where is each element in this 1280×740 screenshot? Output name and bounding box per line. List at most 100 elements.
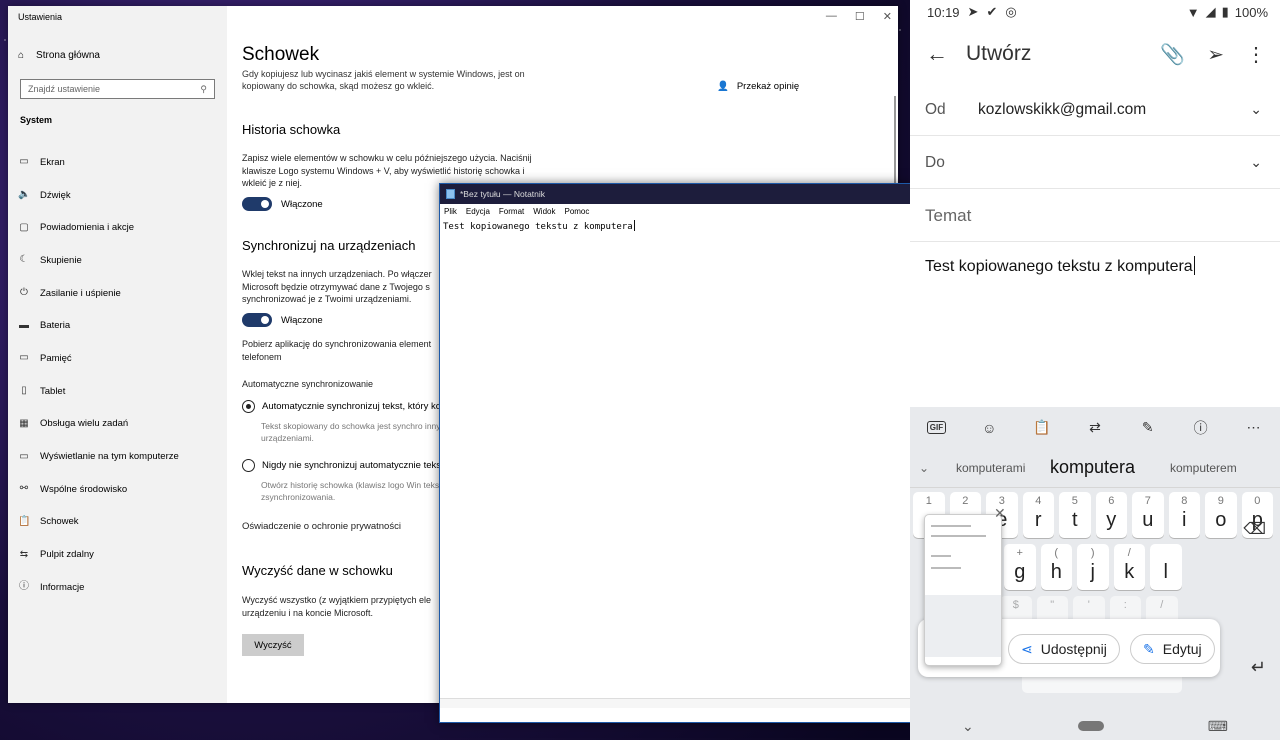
key[interactable]: ) j	[1077, 544, 1109, 590]
project-icon: ▭	[19, 450, 29, 462]
collapse-icon[interactable]: ⌄	[919, 461, 929, 475]
minimize-button[interactable]: —	[826, 10, 837, 23]
menu-widok[interactable]: Widok	[533, 207, 555, 216]
sidebar-item-0[interactable]: ▭ Ekran	[18, 146, 218, 179]
history-toggle[interactable]	[242, 197, 272, 211]
speaker-icon: 🔈	[18, 189, 31, 201]
sidebar-item-4[interactable]: ⏻ Zasilanie i uśpienie	[18, 277, 218, 310]
clipboard-icon[interactable]: 📋	[1030, 418, 1054, 438]
key-hint: )	[1090, 547, 1095, 559]
backspace-icon[interactable]: ⌫	[1243, 519, 1266, 539]
chevron-down-icon[interactable]: ⌄	[1250, 154, 1262, 171]
key-hint: /	[1127, 547, 1131, 559]
sidebar-item-13[interactable]: ⓘ Informacje	[18, 571, 218, 604]
edit-button[interactable]: ✎ Edytuj	[1130, 634, 1215, 664]
section-label: System	[20, 115, 53, 125]
from-field[interactable]: Od kozlowskikk@gmail.com ⌄	[910, 84, 1280, 136]
sidebar-item-label: Pamięć	[40, 352, 72, 364]
menu-pomoc[interactable]: Pomoc	[564, 207, 589, 216]
body-field[interactable]: Test kopiowanego tekstu z komputera	[925, 256, 1196, 276]
search-icon: ⚲	[200, 83, 207, 94]
key-char: g	[1014, 561, 1026, 583]
battery-percent: 100%	[1234, 4, 1268, 20]
close-icon[interactable]: ✕	[994, 505, 1006, 522]
radio-never-sync-indicator[interactable]	[242, 459, 255, 472]
send-icon[interactable]: ➢	[1207, 42, 1224, 67]
key[interactable]: 6y	[1095, 492, 1127, 538]
suggestion-2[interactable]: komputera	[1050, 457, 1135, 478]
sidebar-item-7[interactable]: ▯ Tablet	[18, 375, 218, 408]
share-button[interactable]: ⋖ Udostępnij	[1008, 634, 1120, 664]
key-hint: 0	[1254, 495, 1261, 507]
app-desc[interactable]: Pobierz aplikację do synchronizowania el…	[242, 338, 447, 363]
battery-icon: ▬	[19, 319, 29, 331]
sidebar-item-label: Informacje	[40, 581, 85, 593]
more-horiz-icon[interactable]: ⋯	[1241, 418, 1265, 438]
menu-plik[interactable]: Plik	[444, 207, 457, 216]
gif-icon[interactable]: GIF	[924, 418, 948, 438]
search-input[interactable]: Znajdź ustawienie ⚲	[20, 79, 215, 99]
sidebar-item-9[interactable]: ▭ Wyświetlanie na tym komputerze	[18, 440, 218, 473]
key-char: l	[1163, 561, 1168, 583]
sync-toggle[interactable]	[242, 313, 272, 327]
key[interactable]: / k	[1113, 544, 1145, 590]
radio-auto-sync-indicator[interactable]	[242, 400, 255, 413]
from-label: Od	[925, 100, 946, 118]
keyboard-switch-icon[interactable]: ⌨	[1208, 718, 1228, 735]
translate-icon[interactable]: ⇄	[1083, 418, 1107, 438]
key[interactable]: 9o	[1205, 492, 1237, 538]
chevron-down-icon[interactable]: ⌄	[1250, 101, 1262, 118]
notification-icon: ▢	[19, 221, 29, 233]
maximize-button[interactable]: ☐	[855, 10, 865, 23]
key-char: o	[1215, 509, 1227, 531]
home-pill[interactable]	[1077, 721, 1104, 731]
info-icon: ⓘ	[19, 581, 29, 593]
sidebar-item-3[interactable]: ☾ Skupienie	[18, 244, 218, 277]
sidebar-item-1[interactable]: 🔈 Dźwięk	[18, 179, 218, 212]
sidebar-item-2[interactable]: ▢ Powiadomienia i akcje	[18, 211, 218, 244]
remote-desktop-icon: ⇆	[19, 548, 29, 560]
sidebar-item-label: Ekran	[40, 156, 65, 168]
notepad-text-area[interactable]: Test kopiowanego tekstu z komputera	[440, 218, 910, 234]
sidebar-item-8[interactable]: ▦ Obsługa wielu zadań	[18, 408, 218, 441]
suggestion-1[interactable]: komputerami	[956, 461, 1025, 475]
to-field[interactable]: Do ⌄	[910, 137, 1280, 189]
info-icon[interactable]: ⓘ	[1189, 418, 1213, 438]
battery-icon: ▮	[1221, 4, 1229, 19]
sidebar-item-11[interactable]: 📋 Schowek	[18, 506, 218, 539]
key[interactable]: 4r	[1022, 492, 1054, 538]
sticker-icon[interactable]: ☺	[977, 418, 1001, 438]
more-icon[interactable]: ⋮	[1246, 42, 1266, 67]
radio-auto-sync[interactable]: Automatycznie synchronizuj tekst, który …	[242, 400, 441, 413]
sidebar-item-12[interactable]: ⇆ Pulpit zdalny	[18, 538, 218, 571]
clear-button[interactable]: Wyczyść	[242, 634, 304, 656]
nav-down-icon[interactable]: ⌄	[962, 718, 974, 735]
suggestion-3[interactable]: komputerem	[1170, 461, 1237, 475]
sidebar-item-5[interactable]: ▬ Bateria	[18, 309, 218, 342]
instagram-icon: ◎	[1005, 4, 1017, 19]
back-arrow-icon[interactable]: ←	[926, 41, 948, 67]
key[interactable]: + g	[1004, 544, 1036, 590]
menu-edycja[interactable]: Edycja	[466, 207, 490, 216]
home-link[interactable]: ⌂ Strona główna	[18, 50, 100, 61]
handwriting-icon[interactable]: ✎	[1136, 418, 1160, 438]
notepad-titlebar[interactable]: *Bez tytułu — Notatnik	[440, 184, 910, 204]
feedback-link[interactable]: 👤 Przekaż opinię	[717, 81, 799, 92]
sidebar-item-6[interactable]: ▭ Pamięć	[18, 342, 218, 375]
key[interactable]: 5t	[1059, 492, 1091, 538]
enter-icon[interactable]: ↵	[1251, 657, 1266, 678]
key[interactable]: (h	[1040, 544, 1072, 590]
close-button[interactable]: ✕	[883, 10, 892, 23]
screenshot-thumbnail[interactable]	[924, 514, 1002, 666]
key[interactable]: 7u	[1132, 492, 1164, 538]
scrollbar[interactable]	[894, 96, 896, 186]
attach-icon[interactable]: 📎	[1160, 42, 1185, 67]
sidebar-item-10[interactable]: ⚯ Wspólne środowisko	[18, 473, 218, 506]
key[interactable]: 8i	[1168, 492, 1200, 538]
key[interactable]: l	[1150, 544, 1182, 590]
menu-format[interactable]: Format	[499, 207, 524, 216]
notepad-hscrollbar[interactable]	[440, 698, 910, 708]
radio-never-sync[interactable]: Nigdy nie synchronizuj automatycznie tek…	[242, 459, 441, 472]
app-title: Ustawienia	[18, 12, 63, 22]
privacy-link[interactable]: Oświadczenie o ochronie prywatności	[242, 521, 401, 532]
